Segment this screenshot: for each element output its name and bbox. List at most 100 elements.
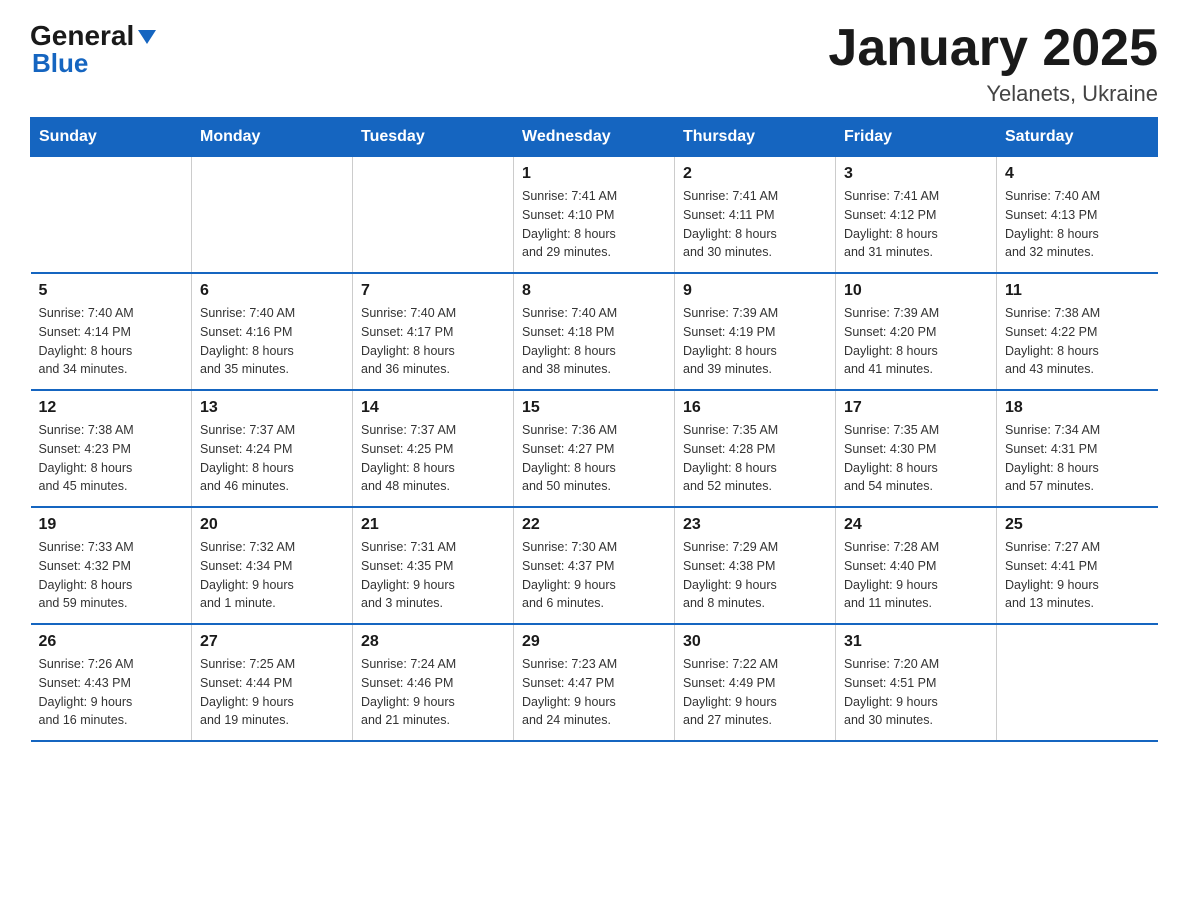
day-cell: 25 Sunrise: 7:27 AMSunset: 4:41 PMDayligh… xyxy=(997,507,1158,624)
week-row-2: 5 Sunrise: 7:40 AMSunset: 4:14 PMDaylight… xyxy=(31,273,1158,390)
week-row-5: 26 Sunrise: 7:26 AMSunset: 4:43 PMDayligh… xyxy=(31,624,1158,741)
day-number: 3 xyxy=(844,165,988,183)
day-info: Sunrise: 7:41 AMSunset: 4:11 PMDaylight:… xyxy=(683,187,827,262)
day-cell: 14 Sunrise: 7:37 AMSunset: 4:25 PMDayligh… xyxy=(353,390,514,507)
header-cell-thursday: Thursday xyxy=(675,118,836,157)
day-info: Sunrise: 7:41 AMSunset: 4:10 PMDaylight:… xyxy=(522,187,666,262)
day-cell: 31Sunrise: 7:20 AMSunset: 4:51 PMDayligh… xyxy=(836,624,997,741)
day-cell: 1 Sunrise: 7:41 AMSunset: 4:10 PMDaylight… xyxy=(514,157,675,274)
logo-blue-text: Blue xyxy=(32,48,88,79)
day-info: Sunrise: 7:37 AMSunset: 4:24 PMDaylight:… xyxy=(200,421,344,496)
day-number: 23 xyxy=(683,516,827,534)
day-cell: 19 Sunrise: 7:33 AMSunset: 4:32 PMDayligh… xyxy=(31,507,192,624)
day-info: Sunrise: 7:33 AMSunset: 4:32 PMDaylight:… xyxy=(39,538,184,613)
day-info: Sunrise: 7:40 AMSunset: 4:13 PMDaylight:… xyxy=(1005,187,1150,262)
day-cell: 26 Sunrise: 7:26 AMSunset: 4:43 PMDayligh… xyxy=(31,624,192,741)
calendar-body: 1 Sunrise: 7:41 AMSunset: 4:10 PMDaylight… xyxy=(31,157,1158,742)
day-info: Sunrise: 7:39 AMSunset: 4:19 PMDaylight:… xyxy=(683,304,827,379)
day-info: Sunrise: 7:20 AMSunset: 4:51 PMDaylight:… xyxy=(844,655,988,730)
day-cell: 22 Sunrise: 7:30 AMSunset: 4:37 PMDayligh… xyxy=(514,507,675,624)
day-cell: 23 Sunrise: 7:29 AMSunset: 4:38 PMDayligh… xyxy=(675,507,836,624)
day-number: 21 xyxy=(361,516,505,534)
day-number: 15 xyxy=(522,399,666,417)
day-info: Sunrise: 7:30 AMSunset: 4:37 PMDaylight:… xyxy=(522,538,666,613)
day-number: 20 xyxy=(200,516,344,534)
day-number: 5 xyxy=(39,282,184,300)
day-number: 26 xyxy=(39,633,184,651)
day-number: 24 xyxy=(844,516,988,534)
day-number: 13 xyxy=(200,399,344,417)
day-info: Sunrise: 7:26 AMSunset: 4:43 PMDaylight:… xyxy=(39,655,184,730)
day-cell: 3 Sunrise: 7:41 AMSunset: 4:12 PMDaylight… xyxy=(836,157,997,274)
day-cell: 13 Sunrise: 7:37 AMSunset: 4:24 PMDayligh… xyxy=(192,390,353,507)
day-cell: 30Sunrise: 7:22 AMSunset: 4:49 PMDayligh… xyxy=(675,624,836,741)
day-number: 27 xyxy=(200,633,344,651)
header-cell-friday: Friday xyxy=(836,118,997,157)
day-info: Sunrise: 7:24 AMSunset: 4:46 PMDaylight:… xyxy=(361,655,505,730)
day-cell: 27 Sunrise: 7:25 AMSunset: 4:44 PMDayligh… xyxy=(192,624,353,741)
day-info: Sunrise: 7:41 AMSunset: 4:12 PMDaylight:… xyxy=(844,187,988,262)
day-cell xyxy=(997,624,1158,741)
header-row: SundayMondayTuesdayWednesdayThursdayFrid… xyxy=(31,118,1158,157)
day-cell: 9 Sunrise: 7:39 AMSunset: 4:19 PMDaylight… xyxy=(675,273,836,390)
day-info: Sunrise: 7:25 AMSunset: 4:44 PMDaylight:… xyxy=(200,655,344,730)
week-row-3: 12Sunrise: 7:38 AMSunset: 4:23 PMDayligh… xyxy=(31,390,1158,507)
day-cell: 7 Sunrise: 7:40 AMSunset: 4:17 PMDaylight… xyxy=(353,273,514,390)
header-cell-sunday: Sunday xyxy=(31,118,192,157)
day-number: 8 xyxy=(522,282,666,300)
day-number: 18 xyxy=(1005,399,1150,417)
day-number: 19 xyxy=(39,516,184,534)
day-info: Sunrise: 7:38 AMSunset: 4:22 PMDaylight:… xyxy=(1005,304,1150,379)
day-number: 11 xyxy=(1005,282,1150,300)
week-row-1: 1 Sunrise: 7:41 AMSunset: 4:10 PMDaylight… xyxy=(31,157,1158,274)
day-info: Sunrise: 7:40 AMSunset: 4:14 PMDaylight:… xyxy=(39,304,184,379)
page-title: January 2025 xyxy=(828,20,1158,77)
day-info: Sunrise: 7:37 AMSunset: 4:25 PMDaylight:… xyxy=(361,421,505,496)
day-number: 6 xyxy=(200,282,344,300)
day-info: Sunrise: 7:39 AMSunset: 4:20 PMDaylight:… xyxy=(844,304,988,379)
day-cell: 16 Sunrise: 7:35 AMSunset: 4:28 PMDayligh… xyxy=(675,390,836,507)
day-info: Sunrise: 7:23 AMSunset: 4:47 PMDaylight:… xyxy=(522,655,666,730)
day-info: Sunrise: 7:28 AMSunset: 4:40 PMDaylight:… xyxy=(844,538,988,613)
day-number: 10 xyxy=(844,282,988,300)
day-info: Sunrise: 7:29 AMSunset: 4:38 PMDaylight:… xyxy=(683,538,827,613)
day-number: 25 xyxy=(1005,516,1150,534)
header-cell-saturday: Saturday xyxy=(997,118,1158,157)
logo-arrow-icon xyxy=(136,26,158,48)
calendar-header: SundayMondayTuesdayWednesdayThursdayFrid… xyxy=(31,118,1158,157)
day-number: 14 xyxy=(361,399,505,417)
day-cell: 28 Sunrise: 7:24 AMSunset: 4:46 PMDayligh… xyxy=(353,624,514,741)
day-cell: 11 Sunrise: 7:38 AMSunset: 4:22 PMDayligh… xyxy=(997,273,1158,390)
day-number: 28 xyxy=(361,633,505,651)
day-info: Sunrise: 7:34 AMSunset: 4:31 PMDaylight:… xyxy=(1005,421,1150,496)
day-info: Sunrise: 7:27 AMSunset: 4:41 PMDaylight:… xyxy=(1005,538,1150,613)
day-cell xyxy=(192,157,353,274)
day-number: 22 xyxy=(522,516,666,534)
day-info: Sunrise: 7:40 AMSunset: 4:17 PMDaylight:… xyxy=(361,304,505,379)
day-cell: 12Sunrise: 7:38 AMSunset: 4:23 PMDayligh… xyxy=(31,390,192,507)
day-info: Sunrise: 7:36 AMSunset: 4:27 PMDaylight:… xyxy=(522,421,666,496)
day-number: 9 xyxy=(683,282,827,300)
day-info: Sunrise: 7:38 AMSunset: 4:23 PMDaylight:… xyxy=(39,421,184,496)
day-info: Sunrise: 7:31 AMSunset: 4:35 PMDaylight:… xyxy=(361,538,505,613)
day-cell xyxy=(31,157,192,274)
day-number: 2 xyxy=(683,165,827,183)
day-number: 7 xyxy=(361,282,505,300)
day-cell: 29 Sunrise: 7:23 AMSunset: 4:47 PMDayligh… xyxy=(514,624,675,741)
day-cell: 10 Sunrise: 7:39 AMSunset: 4:20 PMDayligh… xyxy=(836,273,997,390)
day-number: 1 xyxy=(522,165,666,183)
page-subtitle: Yelanets, Ukraine xyxy=(828,81,1158,107)
day-info: Sunrise: 7:35 AMSunset: 4:28 PMDaylight:… xyxy=(683,421,827,496)
day-cell: 8 Sunrise: 7:40 AMSunset: 4:18 PMDaylight… xyxy=(514,273,675,390)
day-cell: 21 Sunrise: 7:31 AMSunset: 4:35 PMDayligh… xyxy=(353,507,514,624)
day-info: Sunrise: 7:35 AMSunset: 4:30 PMDaylight:… xyxy=(844,421,988,496)
header-cell-tuesday: Tuesday xyxy=(353,118,514,157)
day-info: Sunrise: 7:40 AMSunset: 4:18 PMDaylight:… xyxy=(522,304,666,379)
day-cell xyxy=(353,157,514,274)
day-number: 16 xyxy=(683,399,827,417)
header-cell-wednesday: Wednesday xyxy=(514,118,675,157)
day-number: 4 xyxy=(1005,165,1150,183)
day-number: 17 xyxy=(844,399,988,417)
day-cell: 17 Sunrise: 7:35 AMSunset: 4:30 PMDayligh… xyxy=(836,390,997,507)
day-number: 29 xyxy=(522,633,666,651)
